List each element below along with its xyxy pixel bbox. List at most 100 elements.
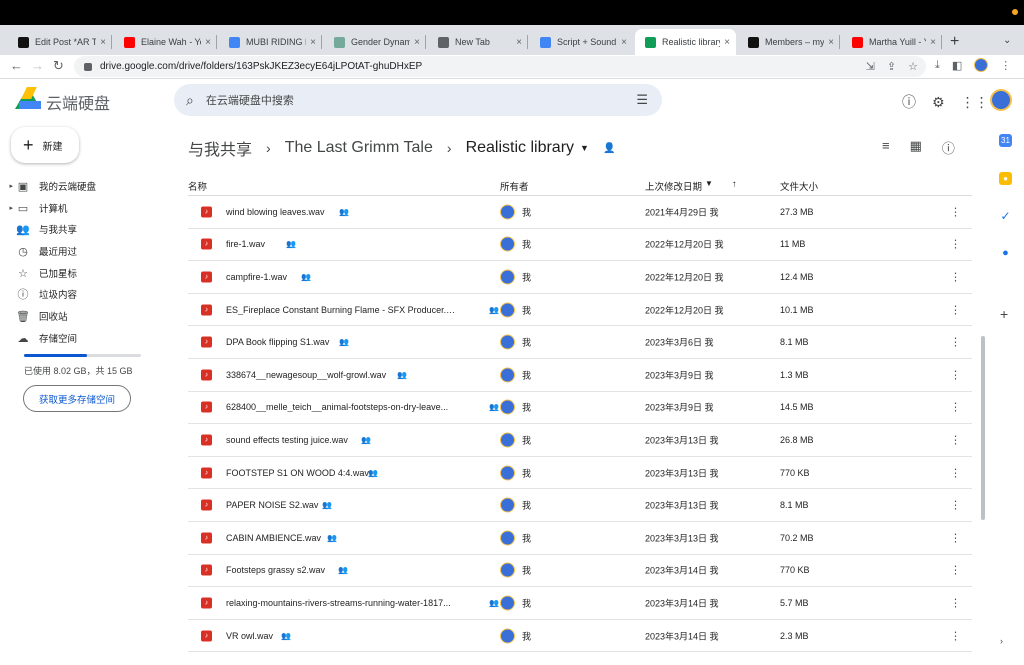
contacts-icon[interactable]: ● — [999, 246, 1012, 259]
file-name[interactable]: campfire-1.wav — [226, 272, 456, 282]
expand-caret-icon[interactable]: ▸ — [0, 182, 16, 190]
table-row[interactable]: ♪ relaxing-mountains-rivers-streams-runni… — [188, 587, 972, 620]
close-tab-icon[interactable]: × — [414, 37, 420, 48]
close-tab-icon[interactable]: × — [516, 37, 522, 48]
help-icon[interactable]: ⓘ — [902, 92, 916, 112]
sidebar-item-computer[interactable]: ▸ ▭ 计算机 — [0, 198, 67, 218]
bookmark-star-icon[interactable]: ☆ — [908, 60, 918, 73]
file-name[interactable]: FOOTSTEP S1 ON WOOD 4:4.wav — [226, 468, 456, 478]
file-name[interactable]: 628400__melle_teich__animal-footsteps-on… — [226, 402, 456, 412]
download-icon[interactable]: ⤓ — [935, 59, 940, 72]
scrollbar[interactable] — [981, 336, 985, 520]
more-actions-icon[interactable]: ⋮ — [950, 564, 961, 577]
table-row[interactable]: ♪ campfire-1.wav 👥 我 2022年12月20日 我 12.4 MB ⋮ — [188, 261, 972, 294]
table-row[interactable]: ♪ Footsteps grassy s2.wav 👥 我 2023年3月14日 我 77… — [188, 555, 972, 588]
table-row[interactable]: ♪ VR owl.wav 👥 我 2023年3月14日 我 2.3 MB ⋮ — [188, 620, 972, 653]
breadcrumb-current[interactable]: Realistic library — [466, 139, 574, 157]
sidebar-item-cloud[interactable]: ☁ 存储空间 — [0, 328, 78, 348]
more-actions-icon[interactable]: ⋮ — [950, 466, 961, 479]
more-actions-icon[interactable]: ⋮ — [950, 433, 961, 446]
file-name[interactable]: sound effects testing juice.wav — [226, 435, 456, 445]
more-actions-icon[interactable]: ⋮ — [950, 336, 961, 349]
filter-icon[interactable]: ≡ — [882, 138, 890, 157]
tab-search-icon[interactable]: ⌄ — [1003, 35, 1011, 46]
browser-profile-avatar[interactable] — [974, 58, 989, 72]
sidebar-item-my-drive[interactable]: ▸ ▣ 我的云端硬盘 — [0, 176, 96, 196]
close-tab-icon[interactable]: × — [205, 37, 211, 48]
browser-menu-icon[interactable]: ⋮ — [1000, 59, 1011, 72]
search-icon[interactable]: ⌕ — [186, 92, 194, 109]
expand-caret-icon[interactable]: ▸ — [0, 204, 16, 212]
table-row[interactable]: ♪ DPA Book flipping S1.wav 👥 我 2023年3月6日 我 8.… — [188, 326, 972, 359]
keep-icon[interactable]: ● — [999, 172, 1012, 185]
col-modified[interactable]: 上次修改日期 — [645, 179, 702, 193]
tab-7[interactable]: Members – myl × — [738, 29, 840, 55]
file-name[interactable]: relaxing-mountains-rivers-streams-runnin… — [226, 598, 456, 608]
sidebar-item-clock[interactable]: ◷ 最近用过 — [0, 241, 77, 261]
more-actions-icon[interactable]: ⋮ — [950, 238, 961, 251]
sidebar-item-shared[interactable]: 👥 与我共享 — [0, 219, 77, 239]
col-size[interactable]: 文件大小 — [780, 179, 818, 193]
settings-gear-icon[interactable]: ⚙ — [932, 94, 945, 111]
table-row[interactable]: ♪ sound effects testing juice.wav 👥 我 2023年3… — [188, 424, 972, 457]
tab-3[interactable]: Gender Dynami × — [324, 29, 426, 55]
more-actions-icon[interactable]: ⋮ — [950, 401, 961, 414]
close-tab-icon[interactable]: × — [724, 37, 730, 48]
table-row[interactable]: ♪ ES_Fireplace Constant Burning Flame - S… — [188, 294, 972, 327]
tab-6[interactable]: Realistic library × — [635, 29, 736, 55]
breadcrumb-folder[interactable]: The Last Grimm Tale — [285, 139, 433, 157]
tab-1[interactable]: Elaine Wah - Yo × — [114, 29, 217, 55]
search-input[interactable]: 在云端硬盘中搜索 — [206, 92, 294, 108]
col-owner[interactable]: 所有者 — [500, 179, 529, 193]
file-name[interactable]: CABIN AMBIENCE.wav — [226, 533, 456, 543]
file-name[interactable]: 338674__newagesoup__wolf-growl.wav — [226, 370, 456, 380]
sidebar-item-star[interactable]: ☆ 已加星标 — [0, 263, 77, 283]
close-tab-icon[interactable]: × — [310, 37, 316, 48]
tab-5[interactable]: Script + Sound × — [530, 29, 633, 55]
more-actions-icon[interactable]: ⋮ — [950, 368, 961, 381]
more-actions-icon[interactable]: ⋮ — [950, 531, 961, 544]
apps-grid-icon[interactable]: ⋮⋮ — [961, 94, 989, 111]
sidebar-item-trash[interactable]: 🗑 回收站 — [0, 306, 68, 326]
table-row[interactable]: ♪ PAPER NOISE S2.wav 👥 我 2023年3月13日 我 8.1 MB ⋮ — [188, 489, 972, 522]
install-icon[interactable]: ⇲ — [866, 60, 875, 73]
url-text[interactable]: drive.google.com/drive/folders/163PskJKE… — [100, 61, 422, 72]
tab-4[interactable]: New Tab × — [428, 29, 528, 55]
buy-storage-button[interactable]: 获取更多存储空间 — [23, 385, 131, 412]
close-tab-icon[interactable]: × — [930, 37, 936, 48]
close-tab-icon[interactable]: × — [100, 37, 106, 48]
more-actions-icon[interactable]: ⋮ — [950, 596, 961, 609]
new-button[interactable]: + 新建 — [11, 127, 79, 163]
table-row[interactable]: ♪ 628400__melle_teich__animal-footsteps-o… — [188, 392, 972, 425]
file-name[interactable]: VR owl.wav — [226, 631, 456, 641]
tasks-icon[interactable]: ✓ — [999, 209, 1012, 223]
more-actions-icon[interactable]: ⋮ — [950, 303, 961, 316]
more-actions-icon[interactable]: ⋮ — [950, 629, 961, 642]
more-actions-icon[interactable]: ⋮ — [950, 499, 961, 512]
file-name[interactable]: ES_Fireplace Constant Burning Flame - SF… — [226, 305, 456, 315]
forward-icon[interactable]: → — [31, 58, 44, 73]
sort-dropdown-icon[interactable]: ▼ — [705, 179, 713, 188]
back-icon[interactable]: ← — [10, 58, 23, 73]
add-addon-icon[interactable]: + — [1000, 306, 1008, 322]
search-bar[interactable]: ⌕ 在云端硬盘中搜索 ☰ — [174, 84, 662, 116]
sidebar-item-spam[interactable]: ⓘ 垃圾内容 — [0, 284, 78, 304]
close-tab-icon[interactable]: × — [828, 37, 834, 48]
calendar-icon[interactable]: 31 — [999, 134, 1012, 147]
new-tab-button[interactable]: + — [950, 33, 959, 51]
search-options-icon[interactable]: ☰ — [636, 92, 648, 108]
grid-view-icon[interactable]: ▦ — [910, 138, 922, 157]
tab-8[interactable]: Martha Yuill - Yo × — [842, 29, 942, 55]
table-row[interactable]: ♪ 338674__newagesoup__wolf-growl.wav 👥 我 202… — [188, 359, 972, 392]
col-name[interactable]: 名称 — [188, 179, 207, 193]
expand-panel-icon[interactable]: › — [1000, 636, 1003, 646]
brand-name[interactable]: 云端硬盘 — [46, 90, 110, 114]
drive-logo-icon[interactable] — [15, 87, 41, 109]
reload-icon[interactable]: ↻ — [53, 58, 64, 74]
table-row[interactable]: ♪ CABIN AMBIENCE.wav 👥 我 2023年3月13日 我 70.2 MB… — [188, 522, 972, 555]
side-panel-icon[interactable]: ◧ — [952, 59, 962, 72]
file-name[interactable]: fire-1.wav — [226, 239, 456, 249]
omnibox[interactable]: drive.google.com/drive/folders/163PskJKE… — [74, 56, 926, 77]
more-actions-icon[interactable]: ⋮ — [950, 270, 961, 283]
tab-0[interactable]: Edit Post *AR TI × — [8, 29, 112, 55]
